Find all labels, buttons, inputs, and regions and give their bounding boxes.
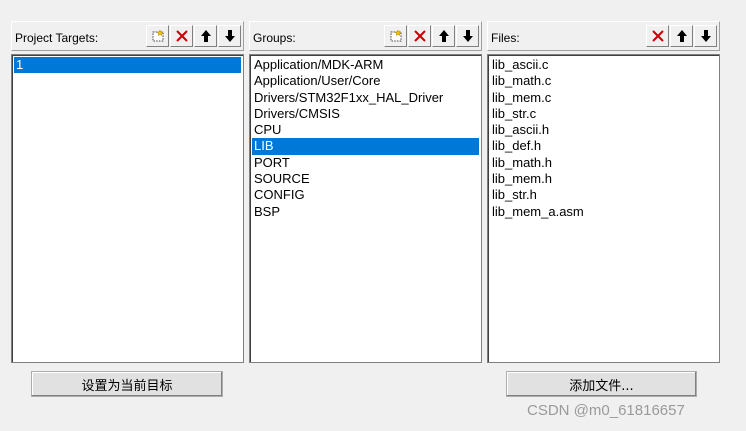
files-list[interactable]: lib_ascii.c lib_math.c lib_mem.c lib_str.c l… <box>487 54 720 363</box>
list-item[interactable]: lib_math.h <box>490 155 717 171</box>
move-down-icon <box>224 30 235 42</box>
move-file-down-button[interactable] <box>694 25 717 47</box>
move-target-down-button[interactable] <box>218 25 241 47</box>
groups-list[interactable]: Application/MDK-ARM Application/User/Core… <box>249 54 482 363</box>
list-item[interactable]: lib_def.h <box>490 138 717 154</box>
set-as-current-target-button[interactable]: 设置为当前目标 <box>31 371 223 397</box>
list-item[interactable]: lib_mem.c <box>490 90 717 106</box>
groups-title: Groups: <box>253 31 296 45</box>
move-group-down-button[interactable] <box>456 25 479 47</box>
list-item[interactable]: LIB <box>252 138 479 155</box>
files-title: Files: <box>491 31 520 45</box>
move-down-icon <box>462 30 473 42</box>
delete-icon <box>175 30 188 42</box>
list-item[interactable]: PORT <box>252 155 479 171</box>
list-item[interactable]: Application/User/Core <box>252 73 479 89</box>
list-item[interactable]: SOURCE <box>252 171 479 187</box>
watermark: CSDN @m0_61816657 <box>527 402 685 419</box>
move-down-icon <box>700 30 711 42</box>
list-item[interactable]: Application/MDK-ARM <box>252 57 479 73</box>
project-targets-list[interactable]: 1 <box>11 54 244 363</box>
new-item-icon <box>390 29 402 42</box>
move-up-icon <box>676 30 687 42</box>
delete-icon <box>413 30 426 42</box>
list-item[interactable]: Drivers/CMSIS <box>252 106 479 122</box>
groups-toolbar <box>383 25 479 47</box>
move-up-icon <box>200 30 211 42</box>
list-item[interactable]: CONFIG <box>252 187 479 203</box>
project-targets-title: Project Targets: <box>15 31 99 45</box>
list-item[interactable]: lib_math.c <box>490 73 717 89</box>
list-item[interactable]: lib_mem.h <box>490 171 717 187</box>
move-target-up-button[interactable] <box>194 25 217 47</box>
groups-panel: Groups: Application/MDK-ARM Application/… <box>249 21 482 363</box>
files-toolbar <box>645 25 717 47</box>
list-item[interactable]: lib_ascii.c <box>490 57 717 73</box>
list-item[interactable]: lib_str.h <box>490 187 717 203</box>
files-panel: Files: lib_ascii.c lib_math.c lib_mem.c lib… <box>487 21 720 363</box>
groups-header: Groups: <box>249 21 482 51</box>
move-file-up-button[interactable] <box>670 25 693 47</box>
new-group-button[interactable] <box>384 25 407 47</box>
list-item[interactable]: BSP <box>252 204 479 220</box>
add-files-button[interactable]: 添加文件... <box>506 371 697 397</box>
list-item[interactable]: Drivers/STM32F1xx_HAL_Driver <box>252 90 479 106</box>
delete-target-button[interactable] <box>170 25 193 47</box>
list-item[interactable]: lib_ascii.h <box>490 122 717 138</box>
new-target-button[interactable] <box>146 25 169 47</box>
delete-icon <box>651 30 664 42</box>
files-header: Files: <box>487 21 720 51</box>
delete-group-button[interactable] <box>408 25 431 47</box>
move-up-icon <box>438 30 449 42</box>
project-targets-header: Project Targets: <box>11 21 244 51</box>
move-group-up-button[interactable] <box>432 25 455 47</box>
project-targets-panel: Project Targets: 1 <box>11 21 244 363</box>
list-item[interactable]: 1 <box>14 57 241 74</box>
delete-file-button[interactable] <box>646 25 669 47</box>
new-item-icon <box>152 29 164 42</box>
list-item[interactable]: lib_str.c <box>490 106 717 122</box>
list-item[interactable]: lib_mem_a.asm <box>490 204 717 220</box>
project-targets-toolbar <box>145 25 241 47</box>
list-item[interactable]: CPU <box>252 122 479 138</box>
